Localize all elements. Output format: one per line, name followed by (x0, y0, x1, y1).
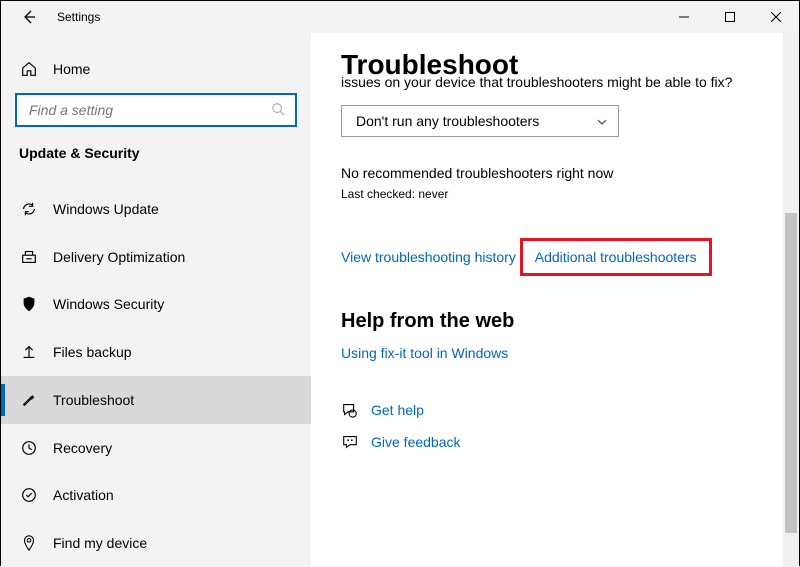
last-checked-text: Last checked: never (341, 187, 799, 201)
activation-icon (19, 485, 39, 505)
dropdown-value: Don't run any troubleshooters (356, 113, 539, 129)
backup-icon (19, 342, 39, 362)
close-button[interactable] (753, 1, 799, 33)
sidebar-item-label: Windows Update (53, 201, 159, 217)
status-text: No recommended troubleshooters right now (341, 165, 799, 181)
maximize-button[interactable] (707, 1, 753, 33)
view-history-link[interactable]: View troubleshooting history (341, 249, 516, 265)
give-feedback-link[interactable]: Give feedback (371, 434, 461, 450)
sidebar-item-label: Delivery Optimization (53, 249, 185, 265)
sidebar-item-label: Files backup (53, 344, 132, 360)
sync-icon (19, 199, 39, 219)
window-title: Settings (57, 10, 100, 24)
footer-links: Get help Give feedback (341, 401, 799, 451)
sidebar-item-recovery[interactable]: Recovery (1, 424, 311, 472)
close-icon (771, 12, 781, 22)
minimize-icon (679, 12, 689, 22)
sidebar-item-label: Find my device (53, 535, 147, 551)
get-help-link[interactable]: Get help (371, 402, 424, 418)
troubleshooter-preference-dropdown[interactable]: Don't run any troubleshooters (341, 105, 619, 137)
minimize-button[interactable] (661, 1, 707, 33)
sidebar-item-label: Windows Security (53, 296, 164, 312)
chevron-down-icon (596, 115, 608, 127)
sidebar-item-troubleshoot[interactable]: Troubleshoot (1, 376, 311, 424)
sidebar-section-title: Update & Security (1, 145, 311, 161)
help-from-web-heading: Help from the web (341, 310, 799, 333)
description-line: issues on your device that troubleshoote… (341, 74, 732, 90)
additional-troubleshooters-link[interactable]: Additional troubleshooters (535, 249, 697, 265)
search-container (15, 93, 297, 127)
search-input[interactable] (27, 101, 271, 119)
window-controls (661, 1, 799, 33)
sidebar: Home Update & Security Windows Update (1, 33, 311, 567)
back-button[interactable] (19, 7, 39, 27)
feedback-icon (341, 433, 359, 451)
fixit-link[interactable]: Using fix-it tool in Windows (341, 345, 508, 361)
give-feedback-row[interactable]: Give feedback (341, 433, 799, 451)
recovery-icon (19, 438, 39, 458)
sidebar-item-label: Troubleshoot (53, 392, 134, 408)
sidebar-item-label: Activation (53, 487, 114, 503)
scrollbar-thumb[interactable] (785, 213, 797, 533)
partial-text-line: experience. How much do you want Microso… (341, 67, 761, 72)
content-area: Troubleshoot experience. How much do you… (311, 33, 799, 567)
sidebar-home[interactable]: Home (1, 49, 311, 89)
maximize-icon (725, 12, 735, 22)
sidebar-nav: Windows Update Delivery Optimization Win… (1, 185, 311, 567)
get-help-row[interactable]: Get help (341, 401, 799, 419)
sidebar-item-label: Recovery (53, 440, 112, 456)
app-body: Home Update & Security Windows Update (1, 33, 799, 567)
back-arrow-icon (21, 9, 37, 25)
search-icon (271, 102, 287, 118)
wrench-icon (19, 390, 39, 410)
titlebar: Settings (1, 1, 799, 33)
description-text: experience. How much do you want Microso… (341, 67, 761, 93)
sidebar-item-files-backup[interactable]: Files backup (1, 328, 311, 376)
scrollbar[interactable] (783, 33, 799, 567)
sidebar-home-label: Home (53, 61, 90, 77)
additional-troubleshooters-highlight: Additional troubleshooters (520, 238, 712, 276)
delivery-icon (19, 247, 39, 267)
get-help-icon (341, 401, 359, 419)
home-icon (19, 59, 39, 79)
sidebar-item-delivery-optimization[interactable]: Delivery Optimization (1, 233, 311, 281)
shield-icon (19, 294, 39, 314)
sidebar-item-windows-security[interactable]: Windows Security (1, 280, 311, 328)
sidebar-item-activation[interactable]: Activation (1, 471, 311, 519)
search-box[interactable] (15, 93, 297, 127)
sidebar-item-find-my-device[interactable]: Find my device (1, 519, 311, 567)
sidebar-item-windows-update[interactable]: Windows Update (1, 185, 311, 233)
highlight-box: Additional troubleshooters (520, 238, 712, 276)
location-icon (19, 533, 39, 553)
